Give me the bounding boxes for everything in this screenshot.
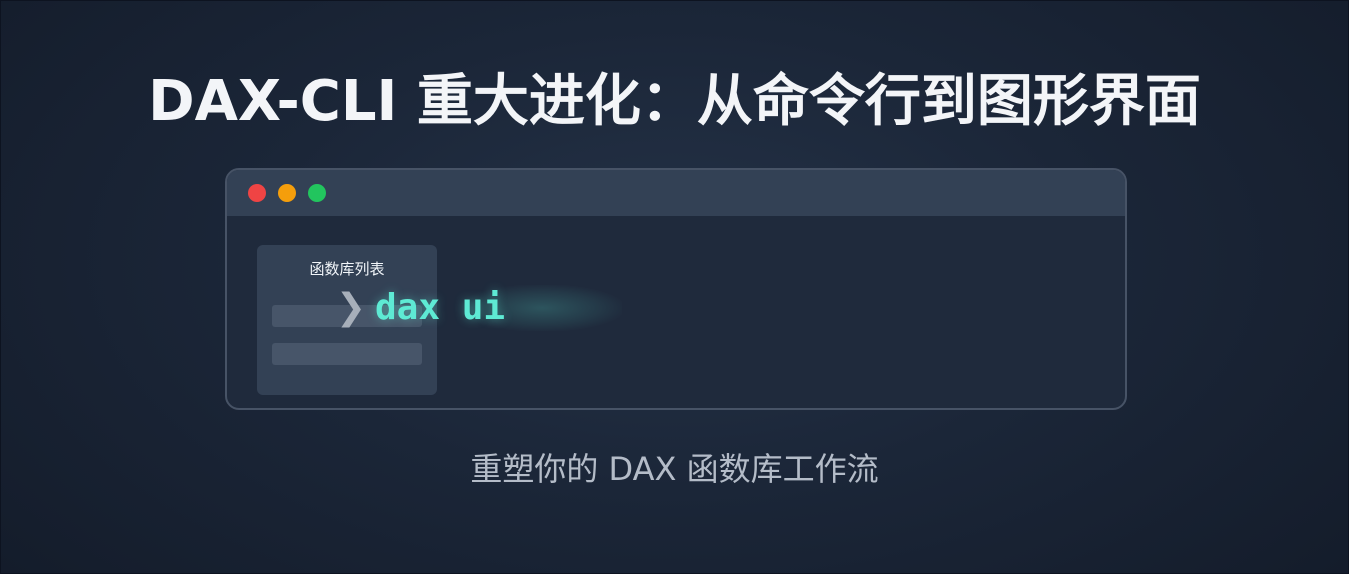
- prompt-chevron-icon: ❯: [335, 287, 367, 328]
- window-titlebar: [227, 170, 1125, 216]
- panel-title: 函数库列表: [309, 260, 385, 278]
- subtitle: 重塑你的 DAX 函数库工作流: [470, 450, 879, 488]
- command-line: ❯ dax ui: [327, 280, 622, 336]
- command-text: dax ui: [375, 287, 506, 328]
- list-item-placeholder: [272, 343, 422, 365]
- terminal-window: 函数库列表 ❯ dax ui: [225, 168, 1127, 410]
- minimize-dot-icon: [278, 184, 296, 202]
- headline: DAX-CLI 重大进化：从命令行到图形界面: [148, 69, 1201, 134]
- maximize-dot-icon: [308, 184, 326, 202]
- close-dot-icon: [248, 184, 266, 202]
